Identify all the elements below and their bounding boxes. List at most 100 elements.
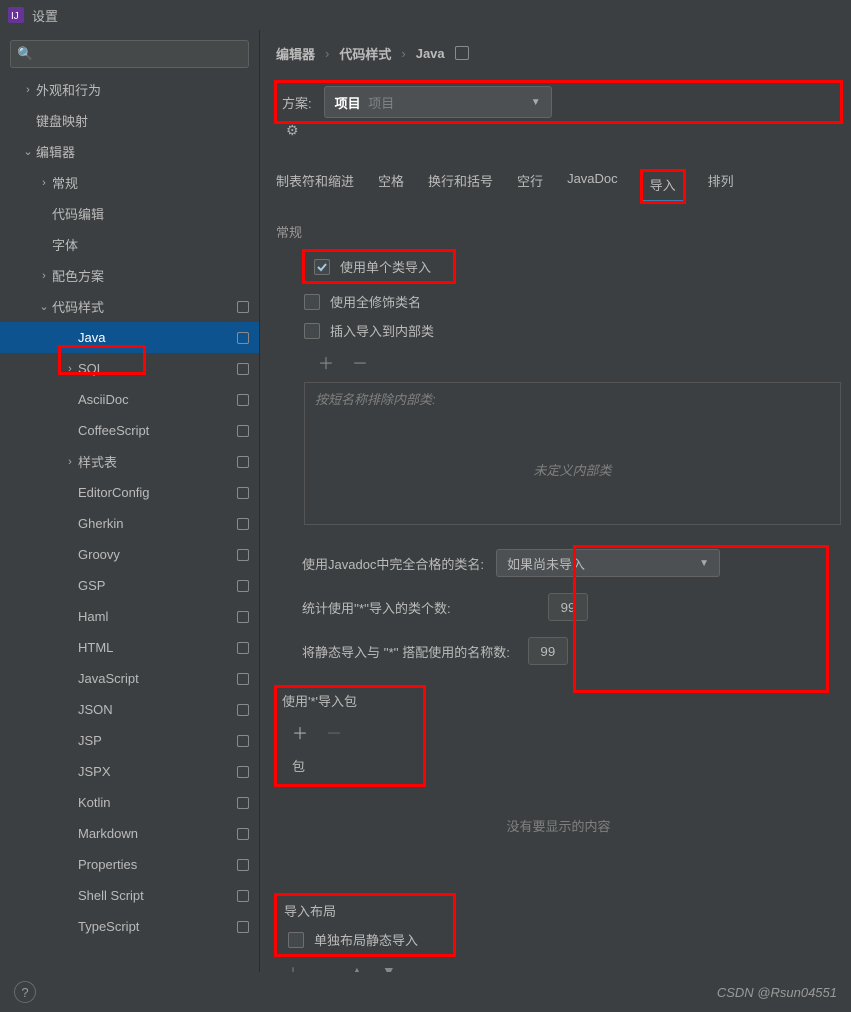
tree-item-shell-script[interactable]: Shell Script — [0, 880, 259, 911]
tree-item-label: JSP — [78, 733, 231, 748]
exclude-box: 按短名称排除内部类: 未定义内部类 — [304, 382, 841, 525]
general-title: 常规 — [276, 222, 841, 241]
chevron-icon: › — [36, 270, 52, 282]
packages-title: 使用'*'导入包 — [282, 691, 418, 710]
tree-item-label: Properties — [78, 857, 231, 872]
tree-item-label: 字体 — [52, 235, 249, 254]
checkbox-icon[interactable] — [314, 259, 330, 275]
tree-item-样式表[interactable]: ›样式表 — [0, 446, 259, 477]
add-button[interactable]: ＋ — [318, 350, 334, 374]
tree-item-sql[interactable]: ›SQL — [0, 353, 259, 384]
scope-icon — [237, 394, 249, 406]
tree-item-label: AsciiDoc — [78, 392, 231, 407]
checkbox-icon[interactable] — [304, 294, 320, 310]
scheme-sub: 项目 — [368, 96, 394, 111]
chevron-icon: › — [20, 84, 36, 96]
tab-排列[interactable]: 排列 — [708, 171, 734, 202]
tree-item-常规[interactable]: ›常规 — [0, 167, 259, 198]
scope-icon — [237, 456, 249, 468]
tree-item-json[interactable]: JSON — [0, 694, 259, 725]
tree-item-label: GSP — [78, 578, 231, 593]
tree-item-外观和行为[interactable]: ›外观和行为 — [0, 74, 259, 105]
scope-icon — [237, 797, 249, 809]
tree-item-jsp[interactable]: JSP — [0, 725, 259, 756]
tab-换行和括号[interactable]: 换行和括号 — [428, 171, 493, 202]
help-icon[interactable]: ? — [14, 981, 36, 1003]
search-input[interactable] — [37, 47, 242, 62]
bc-editor[interactable]: 编辑器 — [276, 44, 315, 63]
move-down-icon[interactable]: ▼ — [382, 963, 396, 972]
add-button[interactable]: ＋ — [292, 720, 308, 744]
search-input-wrap[interactable]: 🔍 — [10, 40, 249, 68]
tree-item-编辑器[interactable]: ⌄编辑器 — [0, 136, 259, 167]
tree-item-label: TypeScript — [78, 919, 231, 934]
add-button[interactable]: ＋ — [286, 963, 300, 972]
tab-导入[interactable]: 导入 — [642, 171, 684, 202]
tab-JavaDoc[interactable]: JavaDoc — [567, 171, 618, 202]
tab-空行[interactable]: 空行 — [517, 171, 543, 202]
tree-item-properties[interactable]: Properties — [0, 849, 259, 880]
tree-item-label: Markdown — [78, 826, 231, 841]
tree-item-代码样式[interactable]: ⌄代码样式 — [0, 291, 259, 322]
tree-item-javascript[interactable]: JavaScript — [0, 663, 259, 694]
footer: ? CSDN @Rsun04551 — [0, 972, 851, 1012]
count1-label: 统计使用''*''导入的类个数: — [302, 598, 530, 617]
scope-icon — [237, 766, 249, 778]
bc-codestyle[interactable]: 代码样式 — [339, 44, 391, 63]
tree-item-gherkin[interactable]: Gherkin — [0, 508, 259, 539]
scheme-dropdown[interactable]: 项目 项目 ▼ — [324, 86, 552, 118]
svg-text:IJ: IJ — [11, 11, 19, 22]
scope-icon — [237, 735, 249, 747]
tree-item-gsp[interactable]: GSP — [0, 570, 259, 601]
checkbox-icon[interactable] — [304, 323, 320, 339]
tree-item-label: SQL — [78, 361, 231, 376]
tree-item-配色方案[interactable]: ›配色方案 — [0, 260, 259, 291]
javadoc-fqn-row: 使用Javadoc中完全合格的类名: 如果尚未导入 ▼ — [302, 549, 841, 577]
tree-item-label: Kotlin — [78, 795, 231, 810]
remove-button[interactable]: － — [318, 963, 332, 972]
move-up-icon[interactable]: ▲ — [350, 963, 364, 972]
chk-inner-class[interactable]: 插入导入到内部类 — [304, 321, 841, 340]
chevron-icon: ⌄ — [20, 145, 36, 158]
tree-item-键盘映射[interactable]: 键盘映射 — [0, 105, 259, 136]
tree-item-haml[interactable]: Haml — [0, 601, 259, 632]
chevron-down-icon: ▼ — [699, 558, 709, 569]
chk-layout-static[interactable]: 单独布局静态导入 — [288, 930, 446, 949]
gear-icon[interactable]: ⚙ — [286, 122, 299, 138]
scope-icon — [237, 859, 249, 871]
count1-input[interactable] — [548, 593, 588, 621]
bc-java: Java — [416, 46, 445, 61]
tree-item-typescript[interactable]: TypeScript — [0, 911, 259, 942]
tree-item-kotlin[interactable]: Kotlin — [0, 787, 259, 818]
tree-item-asciidoc[interactable]: AsciiDoc — [0, 384, 259, 415]
tree-item-label: Shell Script — [78, 888, 231, 903]
chk-single-class-import[interactable]: 使用单个类导入 — [304, 251, 454, 282]
javadoc-dropdown[interactable]: 如果尚未导入 ▼ — [496, 549, 720, 577]
scope-icon — [237, 704, 249, 716]
tree-item-editorconfig[interactable]: EditorConfig — [0, 477, 259, 508]
tree-item-jspx[interactable]: JSPX — [0, 756, 259, 787]
tree-item-字体[interactable]: 字体 — [0, 229, 259, 260]
scope-icon — [237, 890, 249, 902]
tree-item-groovy[interactable]: Groovy — [0, 539, 259, 570]
tree-item-java[interactable]: Java — [0, 322, 259, 353]
tree-item-markdown[interactable]: Markdown — [0, 818, 259, 849]
tree-item-label: Groovy — [78, 547, 231, 562]
packages-header: 包 — [282, 750, 418, 781]
checkbox-icon[interactable] — [288, 932, 304, 948]
tree-item-代码编辑[interactable]: 代码编辑 — [0, 198, 259, 229]
tree-item-label: 配色方案 — [52, 266, 249, 285]
tree-item-html[interactable]: HTML — [0, 632, 259, 663]
count-static-row: 将静态导入与 ''*'' 搭配使用的名称数: — [302, 637, 841, 665]
tab-空格[interactable]: 空格 — [378, 171, 404, 202]
settings-tree: ›外观和行为键盘映射⌄编辑器›常规代码编辑字体›配色方案⌄代码样式Java›SQ… — [0, 74, 259, 972]
scope-icon — [237, 332, 249, 344]
remove-button[interactable]: － — [326, 720, 342, 744]
count2-input[interactable] — [528, 637, 568, 665]
bc-sep: › — [325, 46, 329, 61]
chk-fqn[interactable]: 使用全修饰类名 — [304, 292, 841, 311]
remove-button[interactable]: － — [352, 350, 368, 374]
tab-制表符和缩进[interactable]: 制表符和缩进 — [276, 171, 354, 202]
tabs: 制表符和缩进空格换行和括号空行 JavaDoc 导入排列 — [276, 171, 841, 208]
tree-item-coffeescript[interactable]: CoffeeScript — [0, 415, 259, 446]
